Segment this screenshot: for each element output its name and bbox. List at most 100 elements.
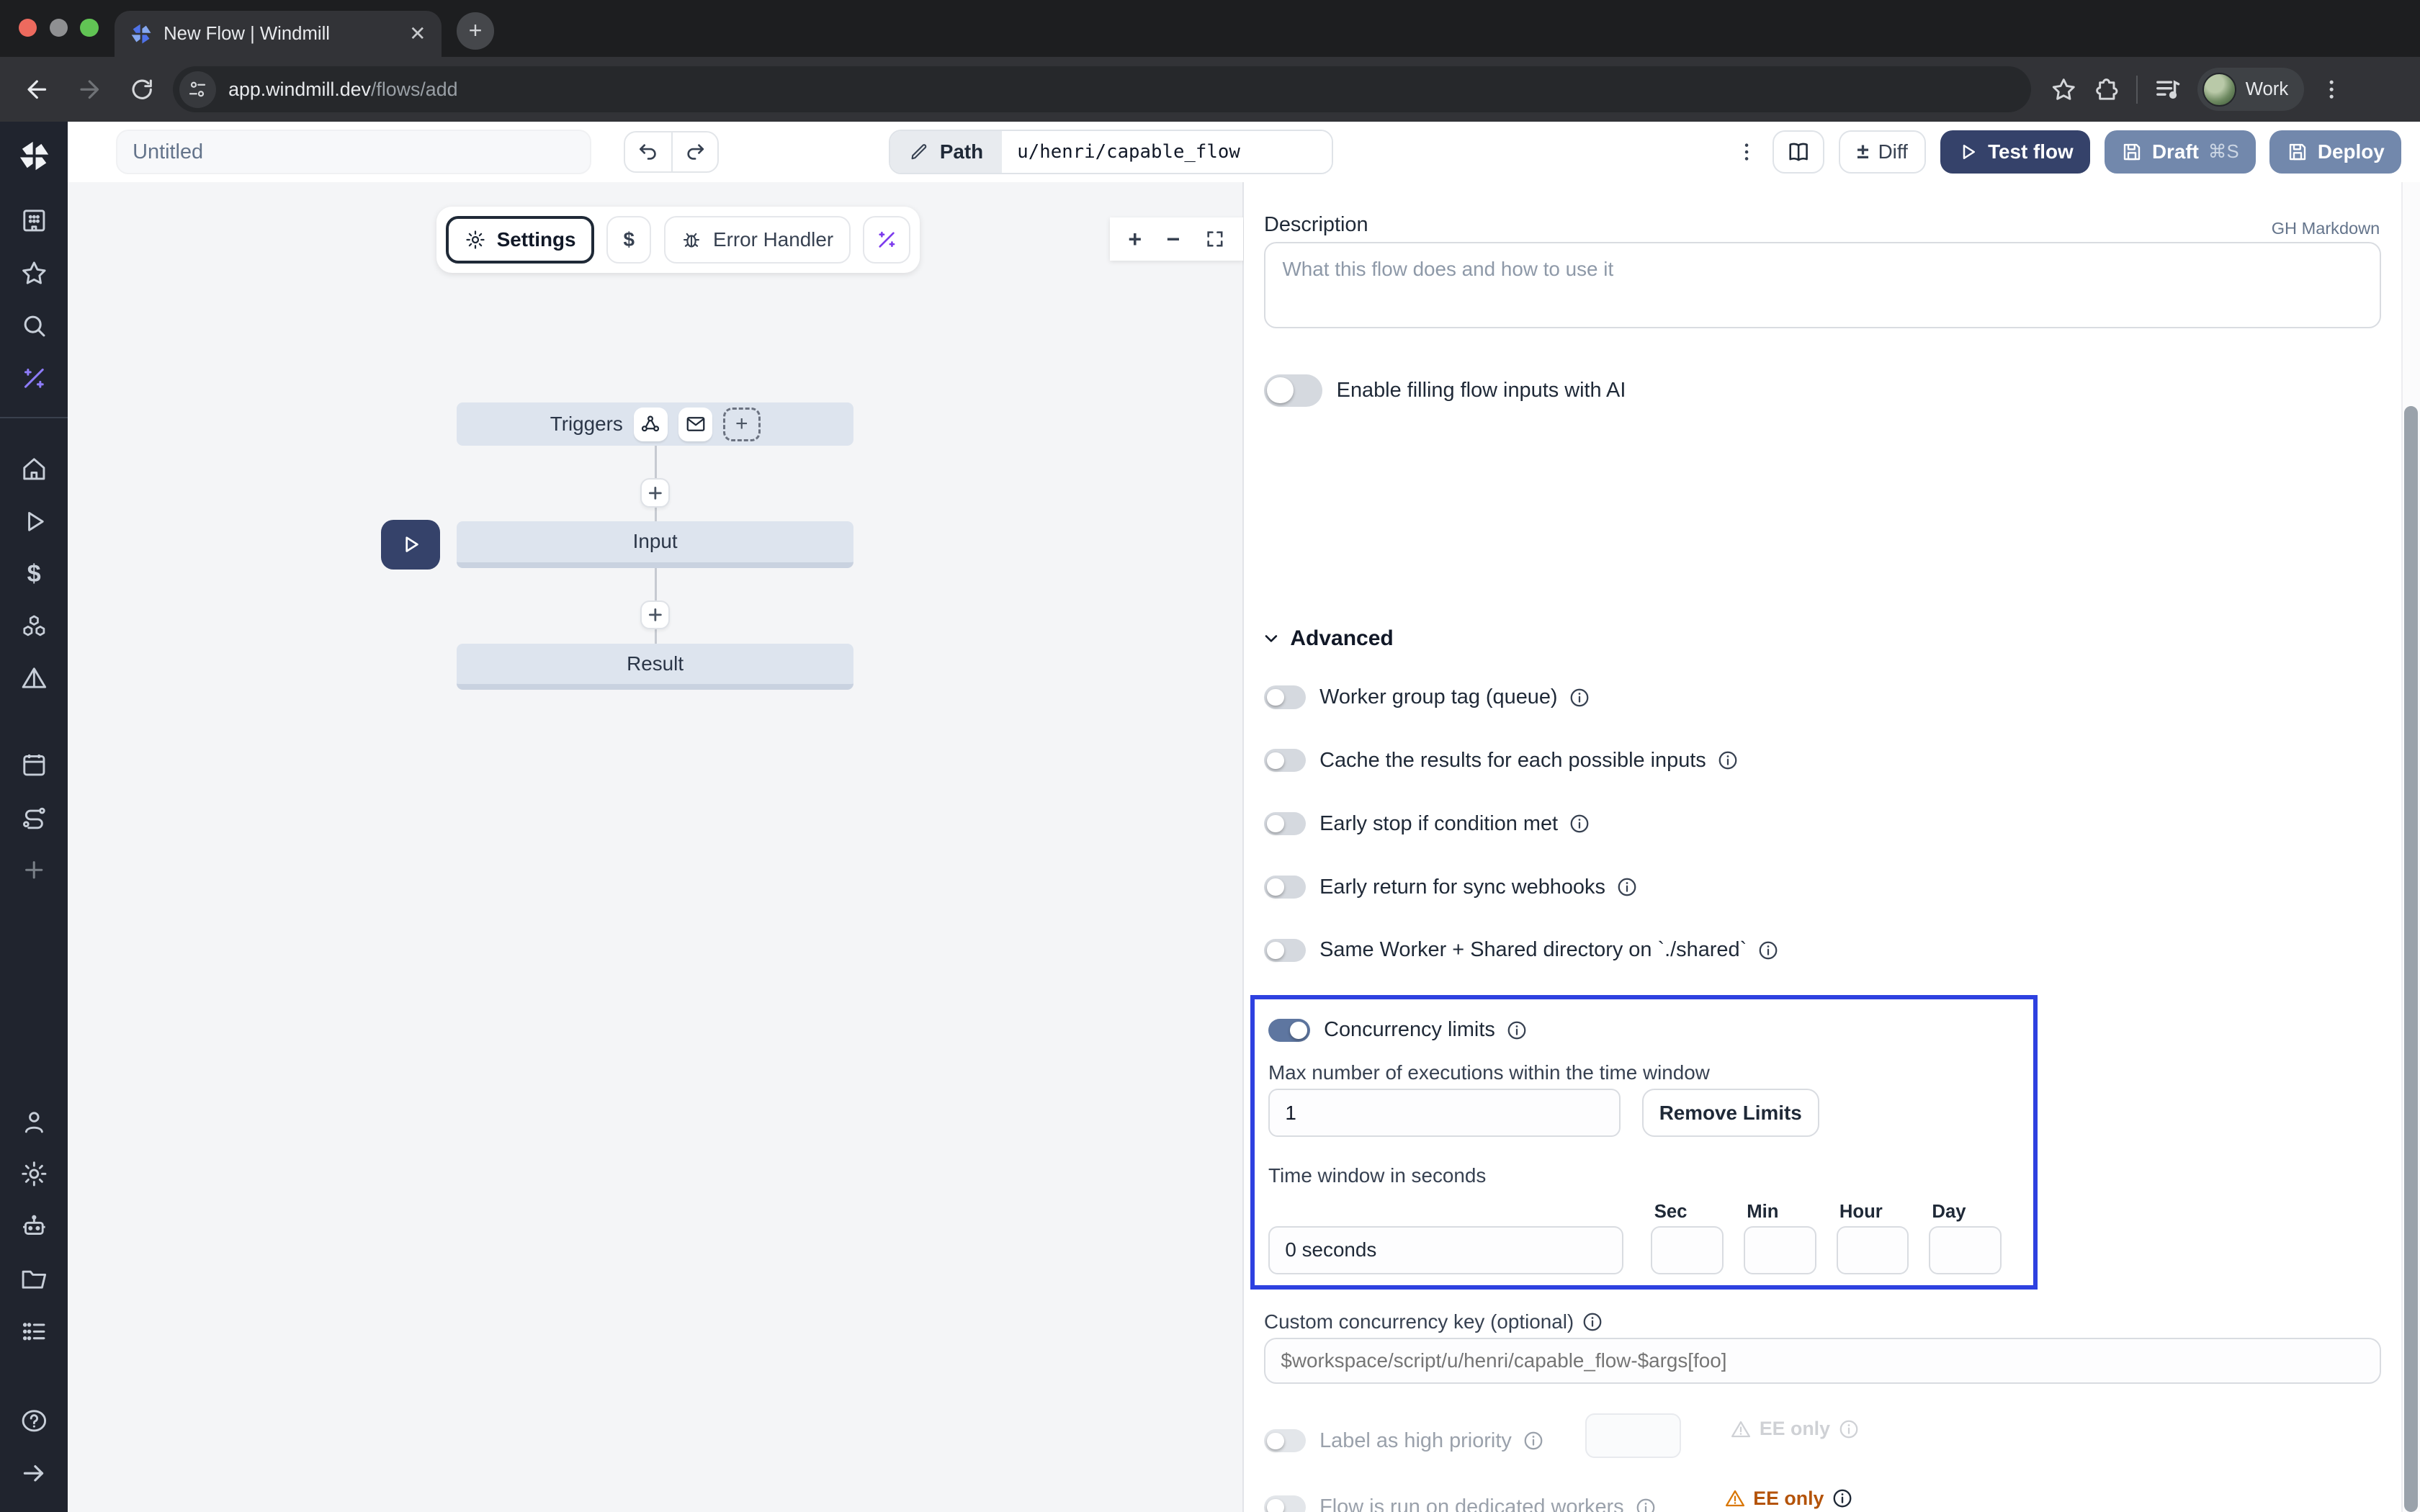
test-flow-button[interactable]: Test flow <box>1940 130 2091 174</box>
run-flow-button[interactable] <box>381 520 439 570</box>
save-draft-button[interactable]: Draft⌘S <box>2105 130 2257 174</box>
chevron-down-icon <box>1261 629 1281 649</box>
new-tab-button[interactable]: + <box>457 12 493 49</box>
same-worker-toggle[interactable] <box>1264 939 1306 962</box>
insert-step-button[interactable] <box>640 478 670 508</box>
forward-button[interactable] <box>68 68 111 111</box>
early-return-toggle[interactable] <box>1264 876 1306 899</box>
hours-input[interactable] <box>1837 1226 1909 1274</box>
sidebar-item-flows[interactable] <box>8 791 60 844</box>
sidebar-item-help[interactable] <box>8 1395 60 1447</box>
info-icon[interactable] <box>1582 1311 1603 1333</box>
path-input[interactable]: u/henri/capable_flow <box>1002 131 1332 173</box>
sidebar-item-calendar[interactable] <box>8 739 60 791</box>
search-icon <box>19 311 49 341</box>
email-trigger-button[interactable] <box>678 408 712 441</box>
dedicated-workers-toggle[interactable] <box>1264 1495 1306 1512</box>
seconds-input[interactable] <box>1651 1226 1724 1274</box>
browser-profile-chip[interactable]: Work <box>2197 68 2303 111</box>
add-trigger-button[interactable]: + <box>723 408 760 441</box>
browser-tab[interactable]: New Flow | Windmill ✕ <box>115 11 442 57</box>
sidebar-item-search[interactable] <box>8 300 60 352</box>
fullscreen-icon[interactable] <box>1205 229 1225 249</box>
insert-step-button[interactable] <box>640 600 670 630</box>
address-bar[interactable]: app.windmill.dev/flows/add <box>173 66 2031 112</box>
ai-inputs-toggle[interactable] <box>1264 374 1322 407</box>
minimize-window-button[interactable] <box>50 19 68 37</box>
sidebar-item-audit-logs[interactable] <box>8 1305 60 1358</box>
workspace-variables-button[interactable]: $ <box>606 216 651 264</box>
more-options-kebab-icon[interactable] <box>1735 140 1758 163</box>
time-window-display-input[interactable] <box>1268 1226 1623 1274</box>
settings-button[interactable]: Settings <box>446 216 594 264</box>
close-window-button[interactable] <box>19 19 37 37</box>
minutes-input[interactable] <box>1744 1226 1816 1274</box>
sidebar-item-workspace[interactable] <box>8 194 60 247</box>
advanced-section-header[interactable]: Advanced <box>1261 626 1394 651</box>
info-icon[interactable] <box>1616 876 1638 898</box>
sidebar-item-favorites[interactable] <box>8 247 60 300</box>
sidebar-item-resources[interactable] <box>8 600 60 652</box>
sidebar-item-workers[interactable] <box>8 1200 60 1253</box>
undo-icon <box>637 140 660 163</box>
ai-builder-button[interactable] <box>863 216 910 264</box>
concurrency-limits-toggle[interactable] <box>1268 1019 1310 1042</box>
priority-value-input[interactable] <box>1585 1413 1681 1458</box>
high-priority-toggle[interactable] <box>1264 1429 1306 1452</box>
result-node[interactable]: Result <box>457 644 853 690</box>
info-icon[interactable] <box>1757 940 1779 961</box>
max-executions-input[interactable] <box>1268 1089 1621 1136</box>
undo-button[interactable] <box>625 132 671 171</box>
days-input[interactable] <box>1929 1226 2002 1274</box>
sidebar-item-users[interactable] <box>8 1096 60 1148</box>
webhook-trigger-button[interactable] <box>634 408 668 441</box>
info-icon[interactable] <box>1635 1497 1657 1512</box>
reload-button[interactable] <box>120 68 163 111</box>
sidebar-item-variables[interactable]: $ <box>8 548 60 600</box>
info-icon[interactable] <box>1569 687 1590 708</box>
remove-limits-button[interactable]: Remove Limits <box>1642 1089 1819 1136</box>
sidebar-item-add[interactable] <box>8 844 60 896</box>
redo-button[interactable] <box>671 132 717 171</box>
maximize-window-button[interactable] <box>80 19 99 37</box>
sidebar-item-runs[interactable] <box>8 495 60 548</box>
docs-button[interactable] <box>1773 130 1825 174</box>
deploy-button[interactable]: Deploy <box>2269 130 2401 174</box>
info-icon[interactable] <box>1838 1418 1860 1440</box>
info-icon[interactable] <box>1506 1020 1528 1041</box>
error-handler-button[interactable]: Error Handler <box>664 216 851 264</box>
info-icon[interactable] <box>1569 813 1590 834</box>
prism-icon <box>19 664 49 693</box>
sidebar-item-schedules[interactable] <box>8 652 60 705</box>
sidebar-item-home[interactable] <box>8 443 60 495</box>
back-button[interactable] <box>15 68 58 111</box>
flow-settings-panel: Description GH Markdown Enable filling f… <box>1244 182 2420 1512</box>
info-icon[interactable] <box>1523 1430 1544 1452</box>
sidebar-item-settings[interactable] <box>8 1148 60 1200</box>
triggers-node[interactable]: Triggers + <box>457 402 853 446</box>
flow-summary-input[interactable]: Untitled <box>116 130 591 174</box>
diff-button[interactable]: ±Diff <box>1839 130 1927 174</box>
sidebar-item-ai[interactable] <box>8 352 60 405</box>
input-node[interactable]: Input <box>457 521 853 567</box>
info-icon[interactable] <box>1717 750 1739 771</box>
media-controls-icon[interactable] <box>2153 75 2182 104</box>
browser-menu-kebab-icon[interactable] <box>2319 77 2344 102</box>
early-stop-toggle[interactable] <box>1264 812 1306 835</box>
description-textarea[interactable] <box>1264 242 2381 328</box>
custom-concurrency-key-input[interactable] <box>1264 1338 2381 1384</box>
tab-close-icon[interactable]: ✕ <box>409 24 426 44</box>
sidebar-collapse-button[interactable] <box>8 1447 60 1500</box>
info-icon[interactable] <box>1832 1488 1853 1509</box>
site-settings-button[interactable] <box>179 71 216 108</box>
zoom-out-button[interactable]: − <box>1166 226 1180 253</box>
zoom-in-button[interactable]: + <box>1128 226 1142 253</box>
worker-group-toggle[interactable] <box>1264 685 1306 708</box>
flow-canvas[interactable]: Settings $ Error Handler + − <box>68 182 1244 1512</box>
cache-results-toggle[interactable] <box>1264 749 1306 772</box>
extensions-icon[interactable] <box>2093 76 2121 104</box>
advanced-row-early-return: Early return for sync webhooks <box>1264 872 1638 903</box>
panel-scrollbar-thumb[interactable] <box>2404 406 2418 1512</box>
bookmark-star-icon[interactable] <box>2050 76 2078 104</box>
sidebar-item-folders[interactable] <box>8 1253 60 1305</box>
